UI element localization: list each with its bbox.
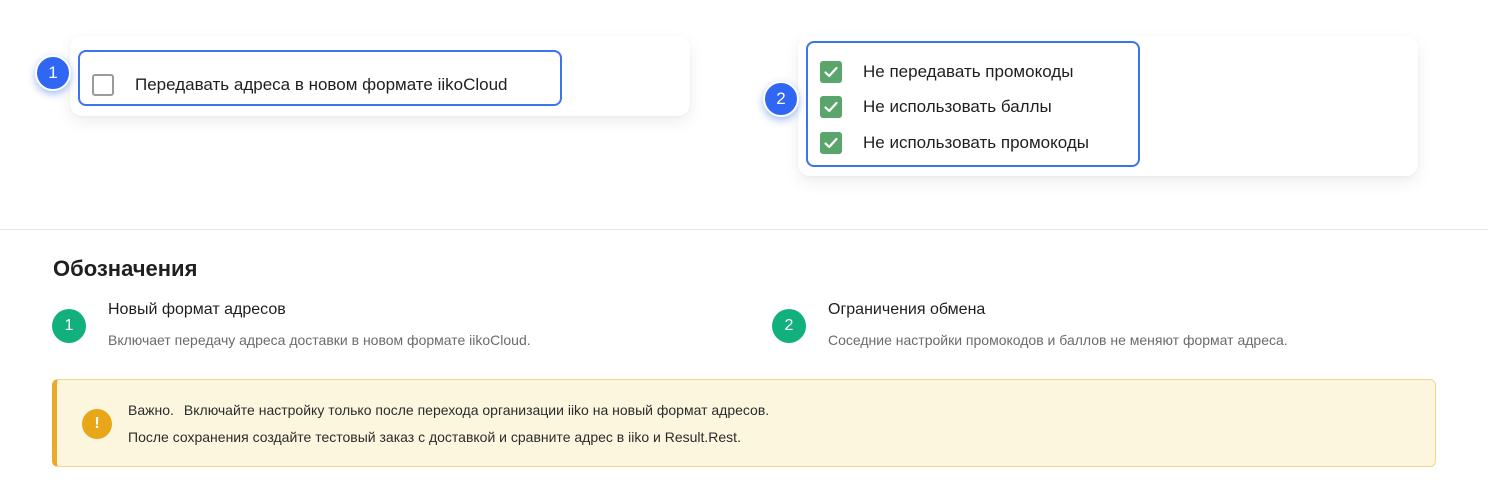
checkmark-icon (824, 137, 838, 149)
legend-number-badge: 1 (52, 309, 86, 343)
checkbox-label: Не использовать промокоды (863, 133, 1089, 152)
warning-line-2: После сохранения создайте тестовый заказ… (128, 429, 741, 445)
checkbox-no-use-promocodes[interactable]: Не использовать промокоды (820, 132, 1089, 154)
legend-item-title: Ограничения обмена (828, 301, 986, 318)
warning-line-1: Важно. Включайте настройку только после п… (128, 402, 769, 418)
warning-label: Важно. (128, 402, 174, 418)
checkbox-label: Передавать адреса в новом формате iikoCl… (135, 75, 508, 94)
warning-text-1: Включайте настройку только после переход… (183, 402, 770, 418)
checkbox-label: Не передавать промокоды (863, 62, 1074, 81)
checkbox-label: Не использовать баллы (863, 97, 1052, 116)
checkmark-icon (824, 101, 838, 113)
checkbox-unchecked-icon[interactable] (92, 74, 114, 96)
checkbox-no-send-promocodes[interactable]: Не передавать промокоды (820, 61, 1073, 83)
checkbox-new-address-format[interactable]: Передавать адреса в новом формате iikoCl… (92, 74, 508, 96)
checkbox-checked-icon[interactable] (820, 132, 842, 154)
legend-title: Обозначения (53, 256, 198, 281)
marker-badge-1: 1 (35, 55, 71, 91)
legend-item-title: Новый формат адресов (108, 301, 286, 318)
marker-badge-2: 2 (763, 81, 799, 117)
warning-exclamation-icon: ! (82, 409, 112, 439)
legend-item-description: Соседние настройки промокодов и баллов н… (828, 332, 1288, 348)
checkmark-icon (824, 66, 838, 78)
legend-number-badge: 2 (772, 309, 806, 343)
checkbox-checked-icon[interactable] (820, 61, 842, 83)
warning-callout: ! Важно. Включайте настройку только после… (52, 379, 1436, 467)
legend-item-description: Включает передачу адреса доставки в ново… (108, 332, 531, 348)
checkbox-no-use-points[interactable]: Не использовать баллы (820, 96, 1052, 118)
checkbox-checked-icon[interactable] (820, 96, 842, 118)
section-divider (0, 229, 1488, 230)
